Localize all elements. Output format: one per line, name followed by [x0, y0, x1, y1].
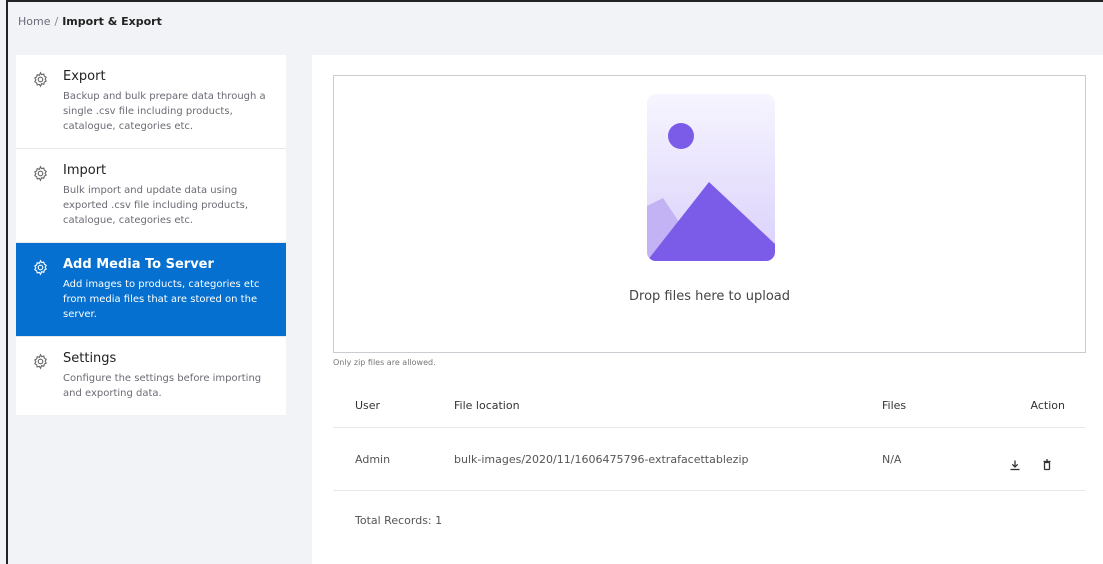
gear-icon [32, 71, 49, 88]
sidebar-item-title: Settings [63, 351, 117, 366]
sidebar-item-import[interactable]: Import Bulk import and update data using… [16, 149, 286, 243]
sidebar-item-export[interactable]: Export Backup and bulk prepare data thro… [16, 55, 286, 149]
sidebar-item-desc: Bulk import and update data using export… [63, 185, 249, 226]
main-panel: Drop files here to upload Only zip files… [312, 55, 1103, 564]
window-frame-top [6, 0, 1103, 2]
column-header-files: Files [882, 383, 999, 428]
gear-icon [32, 165, 49, 182]
sidebar-item-desc: Configure the settings before importing … [63, 373, 262, 399]
cell-files: N/A [882, 427, 999, 491]
breadcrumb-home-link[interactable]: Home [18, 15, 50, 28]
delete-icon[interactable] [1041, 458, 1053, 471]
total-records: Total Records: 1 [355, 514, 443, 527]
cell-action [999, 427, 1085, 491]
column-header-user: User [333, 383, 454, 428]
breadcrumb-current: Import & Export [62, 15, 162, 28]
sidebar-item-add-media[interactable]: Add Media To Server Add images to produc… [16, 243, 286, 337]
table-row: Admin bulk-images/2020/11/1606475796-ext… [333, 427, 1085, 491]
sidebar: Export Backup and bulk prepare data thro… [16, 55, 286, 415]
dropzone-text: Drop files here to upload [629, 289, 790, 304]
column-header-file-location: File location [454, 383, 882, 428]
column-header-action: Action [999, 383, 1085, 428]
gear-icon [32, 353, 49, 370]
window-frame-left [6, 0, 8, 564]
sidebar-item-settings[interactable]: Settings Configure the settings before i… [16, 337, 286, 415]
image-placeholder-icon [647, 94, 775, 261]
breadcrumb-separator: / [54, 15, 59, 28]
cell-user: Admin [333, 427, 454, 491]
file-dropzone[interactable]: Drop files here to upload [333, 75, 1086, 353]
sidebar-item-title: Add Media To Server [63, 257, 214, 272]
download-icon[interactable] [1009, 459, 1021, 471]
upload-hint: Only zip files are allowed. [333, 358, 436, 367]
sidebar-item-desc: Add images to products, categories etc f… [63, 279, 260, 320]
media-records-table: User File location Files Action Admin bu… [333, 383, 1085, 491]
sidebar-item-desc: Backup and bulk prepare data through a s… [63, 91, 266, 132]
cell-file-location: bulk-images/2020/11/1606475796-extraface… [454, 427, 882, 491]
action-icons [1009, 458, 1053, 471]
sidebar-item-title: Export [63, 69, 106, 84]
gear-icon [32, 259, 49, 276]
breadcrumb: Home / Import & Export [18, 15, 162, 28]
sidebar-item-title: Import [63, 163, 107, 178]
table-header-row: User File location Files Action [333, 383, 1085, 428]
